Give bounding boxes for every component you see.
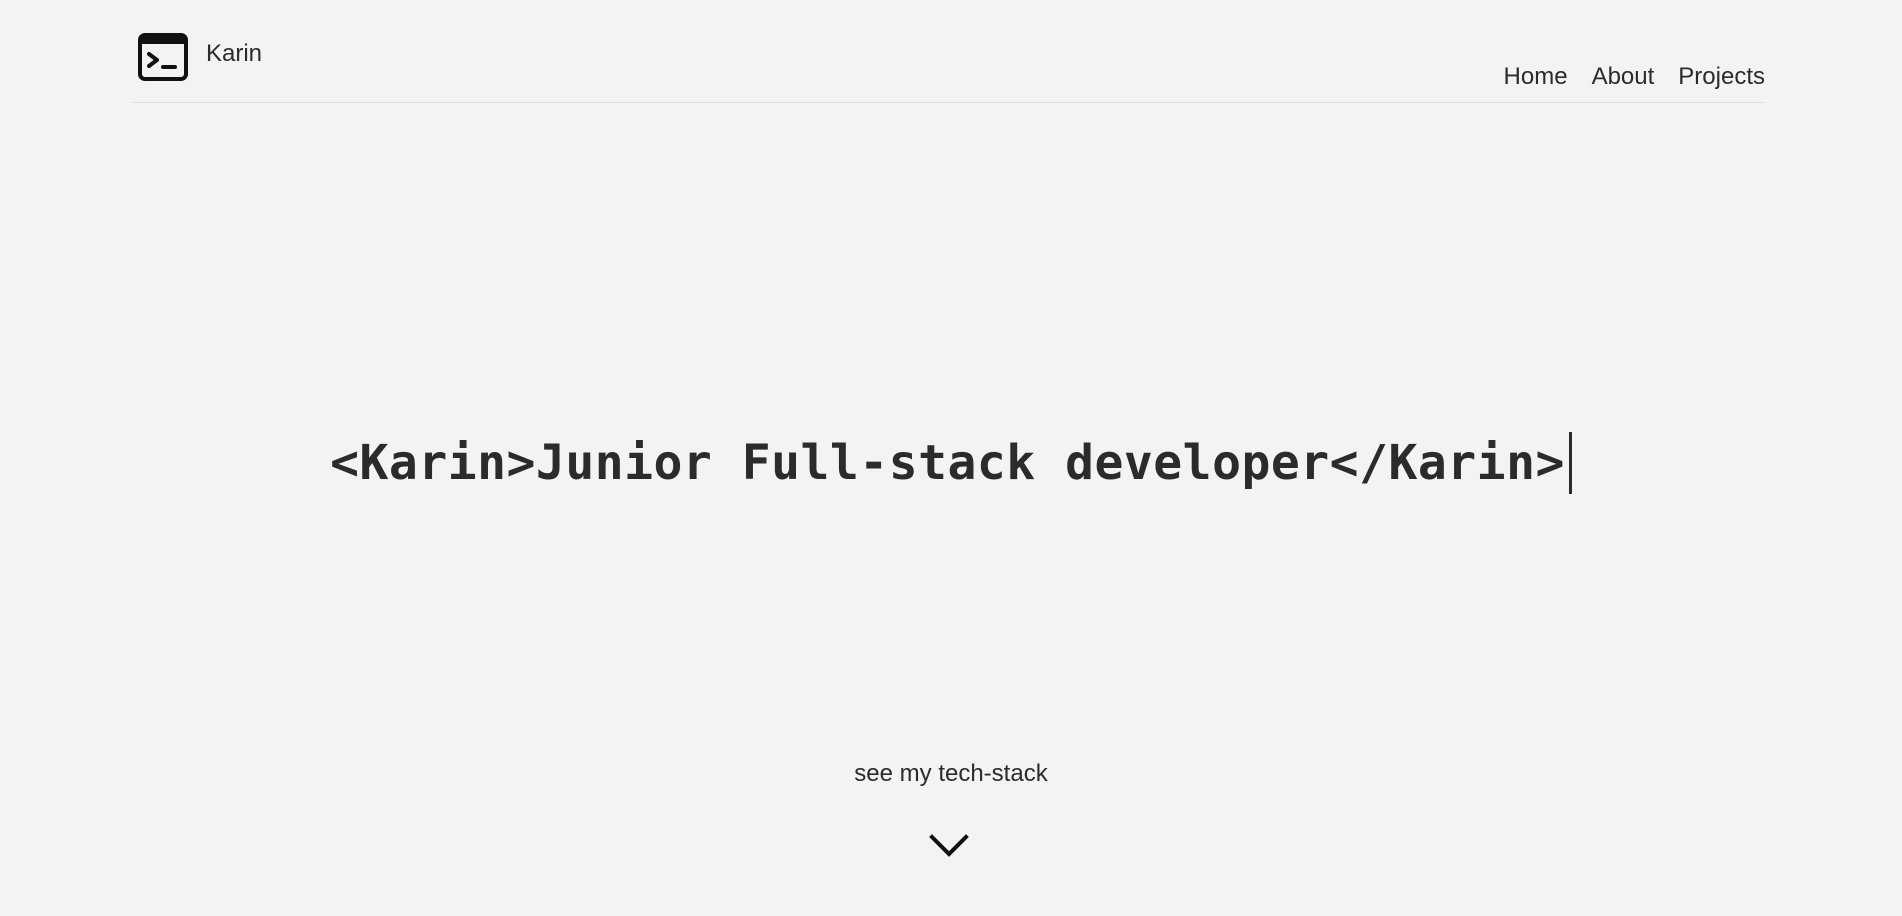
terminal-icon [138,33,188,81]
nav-home-link[interactable]: Home [1504,63,1568,91]
nav-about-link[interactable]: About [1592,63,1655,91]
page: Karin Home About Projects <Karin>Junior … [0,0,1902,916]
hero-section: <Karin>Junior Full-stack developer</Kari… [0,432,1902,494]
brand-link[interactable]: Karin [137,32,262,82]
nav-projects-link[interactable]: Projects [1678,63,1765,91]
hero-headline: <Karin>Junior Full-stack developer</Kari… [330,432,1572,494]
brand-name: Karin [206,40,263,67]
main-nav: Home About Projects [1504,63,1765,91]
tech-stack-link[interactable]: see my tech-stack [0,760,1902,788]
site-header: Karin Home About Projects [133,0,1765,103]
chevron-down-icon[interactable] [929,832,969,860]
